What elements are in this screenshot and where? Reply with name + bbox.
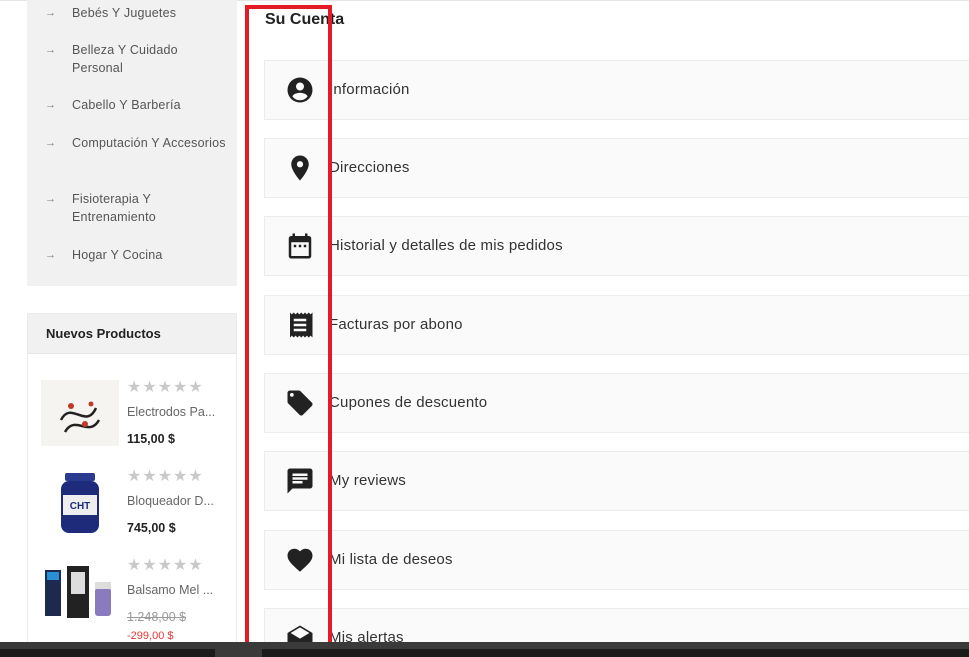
account-link-deseos[interactable]: Mi lista de deseos xyxy=(264,530,969,590)
account-link-label: Historial y detalles de mis pedidos xyxy=(329,237,563,254)
product-price: 115,00 $ xyxy=(127,432,175,446)
rating-stars: ★★★★★ xyxy=(127,379,204,396)
rating-stars: ★★★★★ xyxy=(127,557,204,574)
arrow-right-icon: → xyxy=(45,249,56,261)
new-products-block: Nuevos Productos ★★★★★ Electrodos Pa... … xyxy=(27,313,237,653)
rating-stars: ★★★★★ xyxy=(127,468,204,485)
account-link-label: Información xyxy=(329,81,410,98)
bottom-bar xyxy=(0,642,969,657)
product-name[interactable]: Balsamo Mel ... xyxy=(127,583,227,597)
product-name[interactable]: Electrodos Pa... xyxy=(127,405,227,419)
account-link-label: Direcciones xyxy=(329,159,410,176)
category-label[interactable]: Belleza Y Cuidado Personal xyxy=(72,41,232,77)
product-old-price: 1.248,00 $ xyxy=(127,610,187,624)
category-label[interactable]: Cabello Y Barbería xyxy=(72,96,232,114)
arrow-right-icon: → xyxy=(45,44,56,56)
account-link-reviews[interactable]: My reviews xyxy=(264,451,969,511)
account-link-direcciones[interactable]: Direcciones xyxy=(264,138,969,198)
arrow-right-icon: → xyxy=(45,99,56,111)
category-list: → Bebés Y Juguetes → Belleza Y Cuidado P… xyxy=(27,0,237,286)
category-label[interactable]: Fisioterapia Y Entrenamiento xyxy=(72,190,232,226)
arrow-right-icon: → xyxy=(45,7,56,19)
highlight-box xyxy=(245,5,332,657)
new-products-title: Nuevos Productos xyxy=(28,314,236,354)
product-image[interactable] xyxy=(41,558,119,624)
scrollbar-thumb[interactable] xyxy=(262,649,969,657)
category-label[interactable]: Bebés Y Juguetes xyxy=(72,4,232,22)
product-name[interactable]: Bloqueador D... xyxy=(127,494,227,508)
account-link-historial[interactable]: Historial y detalles de mis pedidos xyxy=(264,216,969,276)
product-price: 745,00 $ xyxy=(127,521,176,535)
account-link-informacion[interactable]: Información xyxy=(264,60,969,120)
account-link-label: Cupones de descuento xyxy=(329,394,488,411)
category-label[interactable]: Computación Y Accesorios xyxy=(72,134,232,152)
account-link-label: Facturas por abono xyxy=(329,316,463,333)
product-item[interactable]: ★★★★★ Electrodos Pa... 115,00 $ xyxy=(41,380,236,460)
product-image[interactable]: CHT xyxy=(41,469,119,535)
product-item[interactable]: CHT ★★★★★ Bloqueador D... 745,00 $ xyxy=(41,469,236,549)
arrow-right-icon: → xyxy=(45,193,56,205)
product-item[interactable]: ★★★★★ Balsamo Mel ... 1.248,00 $ -299,00… xyxy=(41,557,236,642)
category-label[interactable]: Hogar Y Cocina xyxy=(72,246,232,264)
account-link-label: My reviews xyxy=(329,472,407,489)
product-price: -299,00 $ xyxy=(127,630,174,642)
svg-text:CHT: CHT xyxy=(70,501,91,512)
account-link-cupones[interactable]: Cupones de descuento xyxy=(264,373,969,433)
product-image[interactable] xyxy=(41,380,119,446)
arrow-right-icon: → xyxy=(45,137,56,149)
account-link-facturas[interactable]: Facturas por abono xyxy=(264,295,969,355)
scrollbar-track[interactable] xyxy=(0,649,215,657)
account-link-label: Mi lista de deseos xyxy=(329,551,453,568)
